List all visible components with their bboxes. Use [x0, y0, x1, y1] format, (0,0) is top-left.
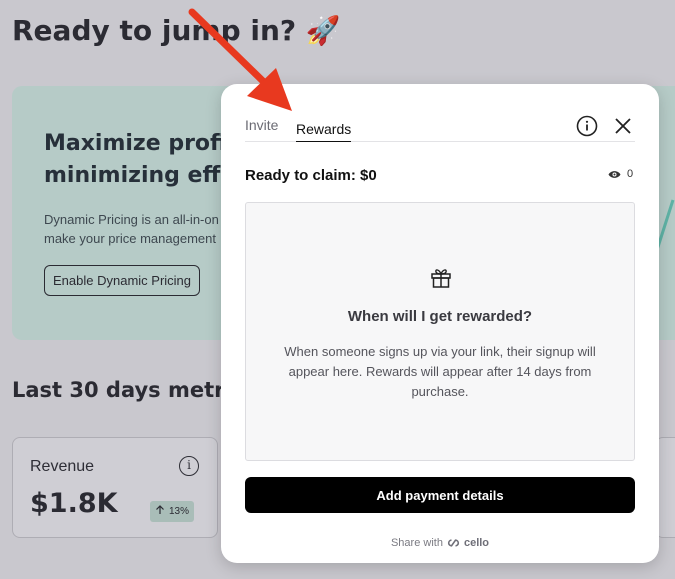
views-counter: 0	[608, 168, 633, 180]
revenue-card: Revenue i $1.8K 13%	[12, 437, 218, 538]
share-with-footer: Share with cello	[221, 537, 659, 549]
tab-rewards[interactable]: Rewards	[296, 116, 352, 142]
cello-logo-icon	[447, 539, 459, 547]
rewards-empty-description: When someone signs up via your link, the…	[284, 344, 596, 399]
enable-dynamic-pricing-button[interactable]: Enable Dynamic Pricing	[44, 265, 201, 296]
change-badge: 13%	[150, 501, 195, 522]
info-icon[interactable]	[576, 115, 598, 137]
referral-popup: Invite Rewards Ready to claim: $0 0 When…	[221, 84, 659, 563]
banner-desc-line: Dynamic Pricing is an all-in-on	[44, 212, 219, 227]
tab-invite[interactable]: Invite	[245, 116, 278, 134]
change-value: 13%	[169, 506, 190, 517]
banner-description: Dynamic Pricing is an all-in-on make you…	[44, 210, 219, 248]
close-icon[interactable]	[612, 115, 634, 137]
eye-icon	[608, 170, 621, 178]
rewards-empty-title: When will I get rewarded?	[347, 308, 533, 325]
revenue-label: Revenue	[30, 458, 95, 475]
views-count: 0	[627, 168, 634, 180]
arrow-up-icon	[156, 505, 164, 514]
revenue-value: $1.8K	[30, 488, 118, 519]
add-payment-details-button[interactable]: Add payment details	[245, 477, 635, 513]
rewards-empty-state: When will I get rewarded? When someone s…	[245, 202, 635, 461]
claim-amount: Ready to claim: $0	[245, 167, 377, 184]
info-icon[interactable]: i	[179, 456, 199, 476]
metrics-section-title: Last 30 days metrics	[12, 378, 257, 402]
gift-icon	[431, 269, 451, 288]
page-title: Ready to jump in? 🚀	[12, 14, 341, 47]
share-prefix: Share with	[390, 537, 443, 549]
banner-desc-line: make your price management	[44, 231, 216, 246]
cello-brand[interactable]: cello	[464, 537, 489, 549]
